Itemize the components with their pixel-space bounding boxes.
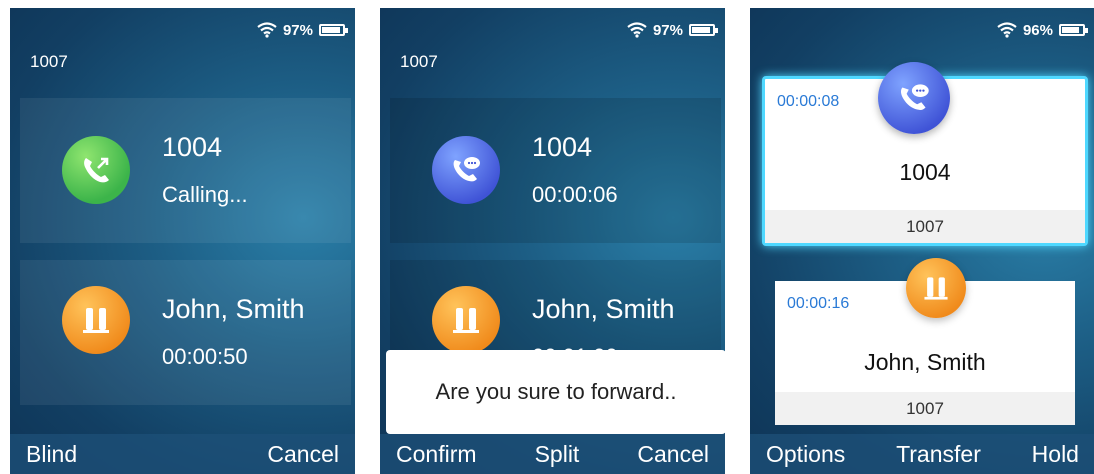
- account-label: 1007: [400, 52, 438, 71]
- blind-softkey[interactable]: Blind: [26, 441, 77, 468]
- softkey-bar: Blind Cancel: [10, 434, 355, 474]
- status-bar: 97%: [257, 20, 348, 40]
- battery-percent: 97%: [652, 21, 683, 39]
- call-timer: 00:00:08: [777, 93, 840, 110]
- battery-icon: [689, 24, 718, 36]
- line-label: 1007: [775, 392, 1075, 425]
- battery-percent: 96%: [1022, 21, 1053, 39]
- phone-screen-two-calls: 96% 00:00:08 1004 1007 00:00:16 John, Sm…: [750, 8, 1094, 474]
- call-name: John, Smith: [864, 349, 986, 375]
- battery-icon: [319, 24, 348, 36]
- wifi-icon: [257, 22, 277, 38]
- status-bar: 96%: [997, 20, 1088, 40]
- hold-softkey[interactable]: Hold: [1032, 441, 1079, 468]
- transfer-softkey[interactable]: Transfer: [896, 441, 981, 468]
- call-name: 1004: [899, 159, 951, 185]
- hold-pause-icon: [62, 286, 130, 354]
- dialog-message: Are you sure to forward..: [435, 379, 677, 404]
- status-bar: 97%: [627, 20, 718, 40]
- line-label: 1007: [765, 210, 1085, 243]
- outgoing-call-icon: [62, 136, 130, 204]
- call-name: 1004: [162, 132, 223, 162]
- account-label: 1007: [30, 52, 68, 71]
- call-name: 1004: [532, 132, 593, 162]
- call-card[interactable]: John, Smith 00:00:50: [20, 260, 351, 405]
- split-softkey[interactable]: Split: [535, 441, 580, 468]
- active-call-chat-icon: [432, 136, 500, 204]
- confirm-dialog: Are you sure to forward..: [386, 350, 725, 434]
- phone-screen-transfer-blind: 97% 1007 1004 Calling... John, Smith 00:…: [10, 8, 355, 474]
- call-status: Calling...: [162, 182, 248, 207]
- call-card[interactable]: 1004 00:00:06: [390, 98, 721, 243]
- battery-percent: 97%: [282, 21, 313, 39]
- call-name: John, Smith: [532, 294, 675, 324]
- hold-pause-icon: [432, 286, 500, 354]
- confirm-softkey[interactable]: Confirm: [396, 441, 477, 468]
- cancel-softkey[interactable]: Cancel: [637, 441, 709, 468]
- call-duration: 00:00:06: [532, 182, 618, 207]
- call-duration: 00:00:50: [162, 344, 248, 369]
- phone-screen-confirm-forward: 97% 1007 1004 00:00:06 John, Smith 00:01…: [380, 8, 725, 474]
- active-call-chat-icon: [878, 62, 950, 134]
- wifi-icon: [627, 22, 647, 38]
- call-name: John, Smith: [162, 294, 305, 324]
- hold-pause-icon: [906, 258, 966, 318]
- softkey-bar: Options Transfer Hold: [750, 434, 1094, 474]
- options-softkey[interactable]: Options: [766, 441, 845, 468]
- softkey-bar: Confirm Split Cancel: [380, 434, 725, 474]
- call-timer: 00:00:16: [787, 295, 850, 312]
- wifi-icon: [997, 22, 1017, 38]
- battery-icon: [1059, 24, 1088, 36]
- call-card[interactable]: 1004 Calling...: [20, 98, 351, 243]
- cancel-softkey[interactable]: Cancel: [267, 441, 339, 468]
